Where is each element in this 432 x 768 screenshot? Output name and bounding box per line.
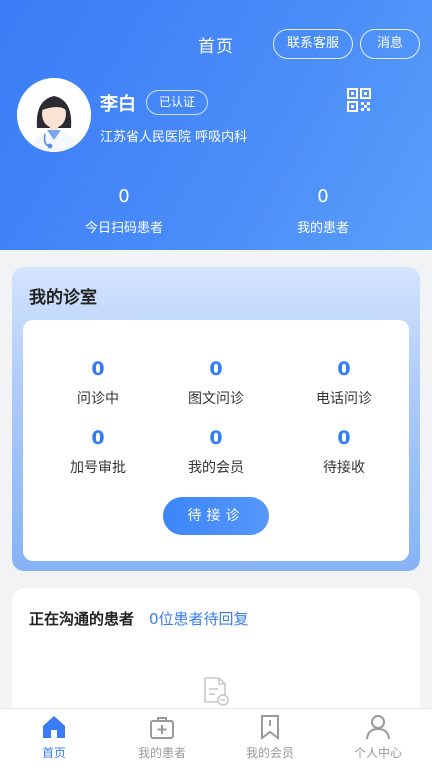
pending-reply-count[interactable]: 0位患者待回复 xyxy=(149,608,249,629)
stat-value: 0 xyxy=(317,186,329,207)
verified-badge: 已认证 xyxy=(146,90,209,115)
clinic-cell-to-receive[interactable]: 0 待接收 xyxy=(284,427,404,477)
tab-label: 首页 xyxy=(41,746,66,760)
bookmark-icon xyxy=(261,715,279,740)
hospital-department: 江苏省人民医院 呼吸内科 xyxy=(100,130,248,145)
cell-value: 0 xyxy=(337,427,351,449)
clinic-title: 我的诊室 xyxy=(29,288,97,308)
cell-value: 0 xyxy=(209,358,223,380)
tab-label: 我的会员 xyxy=(245,746,294,760)
cell-label: 电话问诊 xyxy=(316,391,372,407)
qr-code-icon[interactable] xyxy=(347,88,371,112)
stat-today-scanned[interactable]: 0 今日扫码患者 xyxy=(44,186,204,236)
doctor-name: 李白 xyxy=(100,94,136,115)
stat-label: 我的患者 xyxy=(296,221,349,236)
avatar[interactable] xyxy=(17,78,91,152)
messages-button[interactable]: 消息 xyxy=(360,29,420,59)
cell-value: 0 xyxy=(91,358,105,380)
communicating-patients-card: 正在沟通的患者 0位患者待回复 xyxy=(12,588,420,728)
clinic-cell-in-consultation[interactable]: 0 问诊中 xyxy=(38,358,158,408)
cell-label: 问诊中 xyxy=(77,391,119,407)
cell-label: 我的会员 xyxy=(188,460,244,476)
cell-label: 加号审批 xyxy=(70,460,126,476)
cell-label: 图文问诊 xyxy=(188,391,244,407)
clinic-cell-phone-consultation[interactable]: 0 电话问诊 xyxy=(284,358,404,408)
tab-label: 我的患者 xyxy=(137,746,186,760)
tab-home[interactable]: 首页 xyxy=(0,713,108,761)
person-icon xyxy=(366,715,390,740)
stat-label: 今日扫码患者 xyxy=(84,221,163,236)
clinic-grid: 0 问诊中 0 图文问诊 0 电话问诊 0 加号审批 0 我的会员 0 待接收 … xyxy=(23,320,409,561)
clinic-cell-my-members[interactable]: 0 我的会员 xyxy=(156,427,276,477)
clinic-cell-text-consultation[interactable]: 0 图文问诊 xyxy=(156,358,276,408)
my-clinic-card: 我的诊室 0 问诊中 0 图文问诊 0 电话问诊 0 加号审批 0 我的会员 0… xyxy=(12,267,420,571)
cell-value: 0 xyxy=(337,358,351,380)
tab-profile[interactable]: 个人中心 xyxy=(324,713,432,761)
doctor-avatar-icon xyxy=(17,78,91,152)
home-icon xyxy=(43,716,65,738)
cell-label: 待接收 xyxy=(323,460,365,476)
bottom-tab-bar: 首页 我的患者 我的会员 个人中心 xyxy=(0,708,432,768)
pending-consultation-button[interactable]: 待接诊 xyxy=(163,497,269,535)
tab-my-members[interactable]: 我的会员 xyxy=(216,713,324,761)
tab-label: 个人中心 xyxy=(353,746,402,760)
medical-kit-icon xyxy=(150,717,174,739)
cell-value: 0 xyxy=(209,427,223,449)
tab-my-patients[interactable]: 我的患者 xyxy=(108,713,216,761)
stat-my-patients[interactable]: 0 我的患者 xyxy=(243,186,403,236)
stat-value: 0 xyxy=(118,186,130,207)
contact-service-button[interactable]: 联系客服 xyxy=(273,29,353,59)
header: 首页 联系客服 消息 李白 已认证 江苏省人民医院 呼吸内科 0 今日扫码患者 … xyxy=(0,0,432,250)
empty-document-icon xyxy=(204,677,229,706)
clinic-cell-extra-approval[interactable]: 0 加号审批 xyxy=(38,427,158,477)
cell-value: 0 xyxy=(91,427,105,449)
communicating-title: 正在沟通的患者 xyxy=(29,610,135,628)
